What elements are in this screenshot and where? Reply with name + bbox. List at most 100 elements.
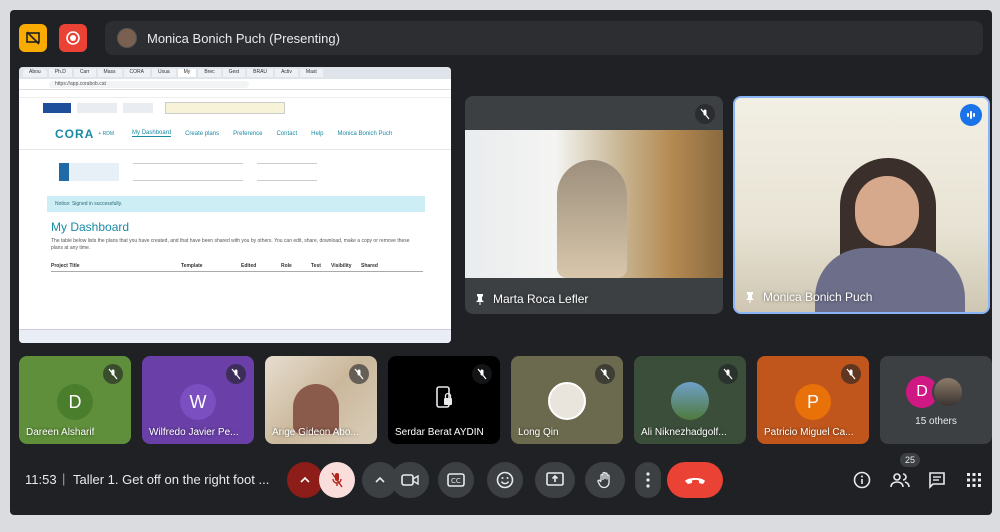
meeting-title: Taller 1. Get off on the right foot ... <box>73 472 270 487</box>
meeting-info-button[interactable] <box>850 468 874 492</box>
meeting-separator: | <box>62 471 66 486</box>
col-role: Role <box>281 262 292 269</box>
participant-video <box>735 98 988 312</box>
others-tile[interactable]: D 15 others <box>880 356 992 444</box>
browser-tab: CORA <box>123 69 150 77</box>
col-project-title: Project Title <box>51 262 80 269</box>
avatar <box>548 382 586 420</box>
people-icon <box>890 473 910 488</box>
bookmarks-bar <box>19 90 451 98</box>
browser-tab: Mast <box>299 69 323 77</box>
participant-video <box>465 130 723 278</box>
mic-off-icon <box>841 364 861 384</box>
participant-name: Arige Gideon Abo... <box>272 427 359 438</box>
camera-button[interactable] <box>391 462 429 498</box>
reactions-button[interactable] <box>487 462 523 498</box>
audio-level-icon <box>967 111 975 119</box>
mic-off-icon <box>718 364 738 384</box>
record-icon <box>66 31 80 45</box>
leave-call-button[interactable] <box>667 462 723 498</box>
more-options-button[interactable] <box>635 462 661 498</box>
shared-screen: Abou Ph.D Carr Mass CORA Usua My Brec Ge… <box>19 67 451 343</box>
activities-button[interactable] <box>962 468 986 492</box>
eu-funding-banner <box>19 98 451 118</box>
participant-tile[interactable]: Arige Gideon Abo... <box>265 356 377 444</box>
nav-create-plans[interactable]: Create plans <box>185 131 219 137</box>
browser-tab: Activ <box>275 69 298 77</box>
browser-addressbar: https://app.corabob.cat <box>19 79 451 90</box>
participant-tile[interactable]: Ali Niknezhadgolf... <box>634 356 746 444</box>
participant-tile[interactable]: D Dareen Alsharif <box>19 356 131 444</box>
browser-tab: Gest <box>222 69 246 77</box>
screen-share-off-icon <box>26 31 40 45</box>
meeting-time: 11:53 <box>25 472 57 487</box>
captions-button[interactable]: CC <box>438 462 474 498</box>
browser-tab: Usua <box>151 69 176 77</box>
participant-name: Long Qin <box>518 427 559 438</box>
phone-lock-icon <box>436 386 452 408</box>
emoji-icon <box>496 471 514 489</box>
recording-button[interactable] <box>59 24 87 52</box>
present-button[interactable] <box>535 462 575 498</box>
mic-off-icon <box>349 364 369 384</box>
nav-user-menu[interactable]: Monica Bonich Puch <box>338 131 393 137</box>
col-test: Test <box>311 262 321 269</box>
presenter-banner[interactable]: Monica Bonich Puch (Presenting) <box>105 21 983 55</box>
col-edited: Edited <box>241 262 257 269</box>
plans-table-header: Project Title Template Edited Role Test … <box>51 260 423 272</box>
browser-tab: Brec <box>198 69 221 77</box>
speaking-indicator <box>960 104 982 126</box>
participant-tile-active[interactable]: Monica Bonich Puch <box>733 96 990 314</box>
mic-off-icon <box>103 364 123 384</box>
windows-taskbar <box>19 329 451 343</box>
participant-count-badge: 25 <box>900 453 920 467</box>
org-info-block <box>19 150 451 194</box>
cora-logo-sub: + RDM <box>98 130 115 137</box>
participant-tile[interactable]: P Patricio Miguel Ca... <box>757 356 869 444</box>
notice-banner: Notice: Signed in successfully. <box>47 196 425 212</box>
mic-off-icon <box>595 364 615 384</box>
end-call-icon <box>685 478 705 484</box>
screen-share-off-button[interactable] <box>19 24 47 52</box>
col-template: Template <box>181 262 203 269</box>
info-icon <box>853 471 871 489</box>
browser-tab: Carr <box>73 69 96 77</box>
meet-window: Monica Bonich Puch (Presenting) Abou Ph.… <box>10 10 992 515</box>
avatar <box>671 382 709 420</box>
eu-flag <box>43 103 71 113</box>
nav-help[interactable]: Help <box>311 131 323 137</box>
dashboard-description: The table below lists the plans that you… <box>51 238 410 251</box>
cora-header: CORA + RDM My Dashboard Create plans Pre… <box>19 118 451 150</box>
browser-tab: Abou <box>23 69 47 77</box>
participant-name: Monica Bonich Puch <box>763 290 873 304</box>
hand-icon <box>597 471 610 489</box>
mic-off-icon <box>695 104 715 124</box>
nav-my-dashboard[interactable]: My Dashboard <box>132 130 172 137</box>
browser-tabstrip: Abou Ph.D Carr Mass CORA Usua My Brec Ge… <box>19 67 451 79</box>
chat-button[interactable] <box>925 468 949 492</box>
browser-tab-active: My <box>177 69 197 77</box>
captions-icon: CC <box>447 473 465 487</box>
pin-icon <box>746 292 754 303</box>
col-visibility: Visibility <box>331 262 352 269</box>
nav-preference[interactable]: Preference <box>233 131 262 137</box>
avatar: D <box>57 384 93 420</box>
people-button[interactable] <box>888 468 912 492</box>
mic-off-icon <box>472 364 492 384</box>
others-label: 15 others <box>915 416 957 427</box>
participant-tile[interactable]: Long Qin <box>511 356 623 444</box>
browser-tab: BRAU <box>247 69 274 77</box>
participant-tile[interactable]: W Wilfredo Javier Pe... <box>142 356 254 444</box>
participant-tile[interactable]: Serdar Berat AYDIN <box>388 356 500 444</box>
chat-icon <box>929 472 945 489</box>
apps-grid-icon <box>967 473 981 487</box>
avatar: P <box>795 384 831 420</box>
url-field: https://app.corabob.cat <box>49 81 249 88</box>
audio-options-button[interactable] <box>287 462 323 498</box>
mic-toggle-button[interactable] <box>319 462 355 498</box>
raise-hand-button[interactable] <box>585 462 625 498</box>
nav-contact[interactable]: Contact <box>276 131 297 137</box>
mic-off-icon <box>331 472 343 488</box>
participant-tile[interactable]: Marta Roca Lefler <box>465 96 723 314</box>
dashboard-heading: My Dashboard <box>51 220 130 234</box>
